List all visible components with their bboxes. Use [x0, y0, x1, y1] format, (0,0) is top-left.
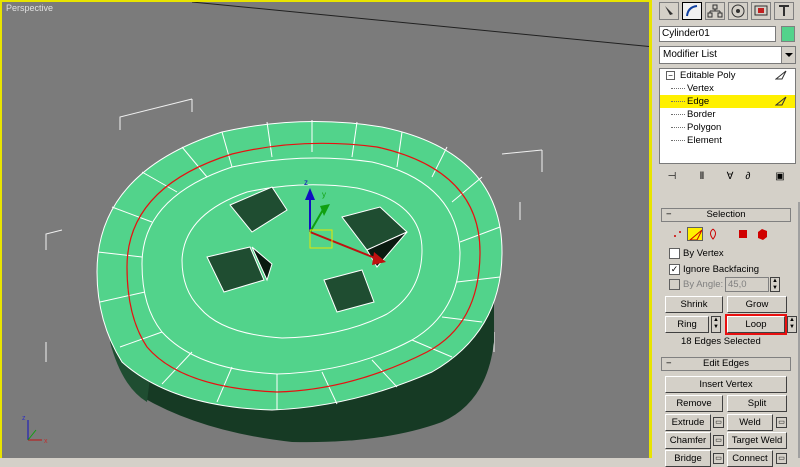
remove-button[interactable]: Remove — [665, 395, 723, 412]
by-angle-checkbox[interactable] — [669, 279, 680, 290]
ignore-backfacing-label: Ignore Backfacing — [683, 264, 760, 275]
make-unique-icon[interactable]: ∀ — [723, 171, 737, 183]
stack-item-element[interactable]: Element — [660, 134, 795, 147]
collapse-icon: − — [666, 358, 672, 369]
polygon-mode-icon[interactable] — [735, 227, 751, 241]
angle-spinner[interactable]: ▲ ▼ — [770, 277, 780, 292]
configure-modifier-sets-icon[interactable]: ▣ — [773, 171, 787, 183]
ring-spinner[interactable]: ▲ ▼ — [711, 316, 721, 333]
object-name-field[interactable]: Cylinder01 — [659, 26, 776, 42]
ring-button[interactable]: Ring — [665, 316, 709, 333]
stack-item-editable-poly[interactable]: − Editable Poly — [660, 69, 795, 82]
stack-item-label: Edge — [687, 96, 710, 107]
svg-text:z: z — [304, 178, 308, 187]
target-weld-button[interactable]: Target Weld — [727, 432, 787, 449]
stack-item-edge[interactable]: Edge — [660, 95, 795, 108]
chevron-down-icon[interactable] — [781, 47, 795, 63]
pin-stack-icon[interactable]: ⊣ — [665, 171, 679, 183]
shrink-button[interactable]: Shrink — [665, 296, 723, 313]
by-angle-label: By Angle: — [683, 279, 724, 290]
stack-item-label: Vertex — [687, 83, 714, 94]
by-angle-field[interactable]: 45,0 — [725, 277, 769, 292]
rollout-title: Edit Edges — [703, 358, 749, 369]
stack-item-border[interactable]: Border — [660, 108, 795, 121]
bridge-button[interactable]: Bridge — [665, 450, 711, 467]
viewport-label[interactable]: Perspective — [6, 3, 53, 13]
remove-modifier-icon[interactable]: ∂ — [741, 171, 755, 183]
split-button[interactable]: Split — [727, 395, 787, 412]
vertex-mode-icon[interactable] — [670, 227, 686, 241]
selection-status: 18 Edges Selected — [681, 336, 761, 347]
chamfer-button[interactable]: Chamfer — [665, 432, 711, 449]
by-vertex-label: By Vertex — [683, 248, 724, 259]
world-axis-icon: z x — [22, 415, 48, 445]
stack-item-polygon[interactable]: Polygon — [660, 121, 795, 134]
connect-settings-icon[interactable]: ▭ — [776, 453, 787, 464]
collapse-icon: − — [666, 209, 672, 220]
stack-item-vertex[interactable]: Vertex — [660, 82, 795, 95]
edge-mode-icon[interactable] — [687, 227, 703, 241]
display-tab-icon[interactable] — [751, 2, 771, 20]
extrude-settings-icon[interactable]: ▭ — [713, 417, 724, 428]
command-panel: Cylinder01 Modifier List − Editable Poly… — [655, 0, 800, 467]
edit-edges-rollout-header[interactable]: − Edit Edges — [661, 357, 791, 371]
show-end-result-icon[interactable]: Ⅱ — [695, 171, 709, 183]
border-mode-icon[interactable] — [705, 227, 721, 241]
edge-mode-icon — [775, 96, 787, 106]
modifier-list-label: Modifier List — [663, 49, 717, 60]
chamfer-settings-icon[interactable]: ▭ — [713, 435, 724, 446]
collapse-icon[interactable]: − — [666, 71, 675, 80]
loop-spinner[interactable]: ▲ ▼ — [787, 316, 797, 333]
svg-text:y: y — [322, 190, 326, 199]
edge-mode-icon — [775, 70, 787, 80]
ignore-backfacing-checkbox[interactable]: ✓ — [669, 264, 680, 275]
command-panel-tabs — [655, 0, 800, 22]
svg-text:x: x — [44, 438, 48, 445]
extrude-button[interactable]: Extrude — [665, 414, 711, 431]
grow-button[interactable]: Grow — [727, 296, 787, 313]
bridge-settings-icon[interactable]: ▭ — [713, 453, 724, 464]
create-tab-icon[interactable] — [659, 2, 679, 20]
modifier-stack: − Editable Poly Vertex Edge Border Polyg… — [659, 68, 796, 164]
stack-item-label: Editable Poly — [680, 70, 736, 81]
modifier-list-dropdown[interactable]: Modifier List — [659, 46, 796, 64]
rollout-title: Selection — [706, 209, 746, 220]
connect-button[interactable]: Connect — [727, 450, 773, 467]
loop-button[interactable]: Loop — [725, 314, 787, 335]
stack-item-label: Polygon — [687, 122, 722, 133]
stack-item-label: Border — [687, 109, 716, 120]
selection-rollout-header[interactable]: − Selection — [661, 208, 791, 222]
hierarchy-tab-icon[interactable] — [705, 2, 725, 20]
motion-tab-icon[interactable] — [728, 2, 748, 20]
modify-tab-icon[interactable] — [682, 2, 702, 20]
insert-vertex-button[interactable]: Insert Vertex — [665, 376, 787, 393]
viewport-scene: z y z x — [22, 2, 649, 445]
stack-toolbar: ⊣ Ⅱ ∀ ∂ ▣ — [655, 168, 800, 186]
perspective-viewport[interactable]: z y z x Perspective — [0, 0, 652, 458]
svg-text:z: z — [22, 415, 26, 422]
element-mode-icon[interactable] — [754, 227, 770, 241]
stack-item-label: Element — [687, 135, 722, 146]
utilities-tab-icon[interactable] — [774, 2, 794, 20]
weld-settings-icon[interactable]: ▭ — [776, 417, 787, 428]
by-vertex-checkbox[interactable] — [669, 248, 680, 259]
weld-button[interactable]: Weld — [727, 414, 773, 431]
object-color-swatch[interactable] — [781, 26, 795, 42]
